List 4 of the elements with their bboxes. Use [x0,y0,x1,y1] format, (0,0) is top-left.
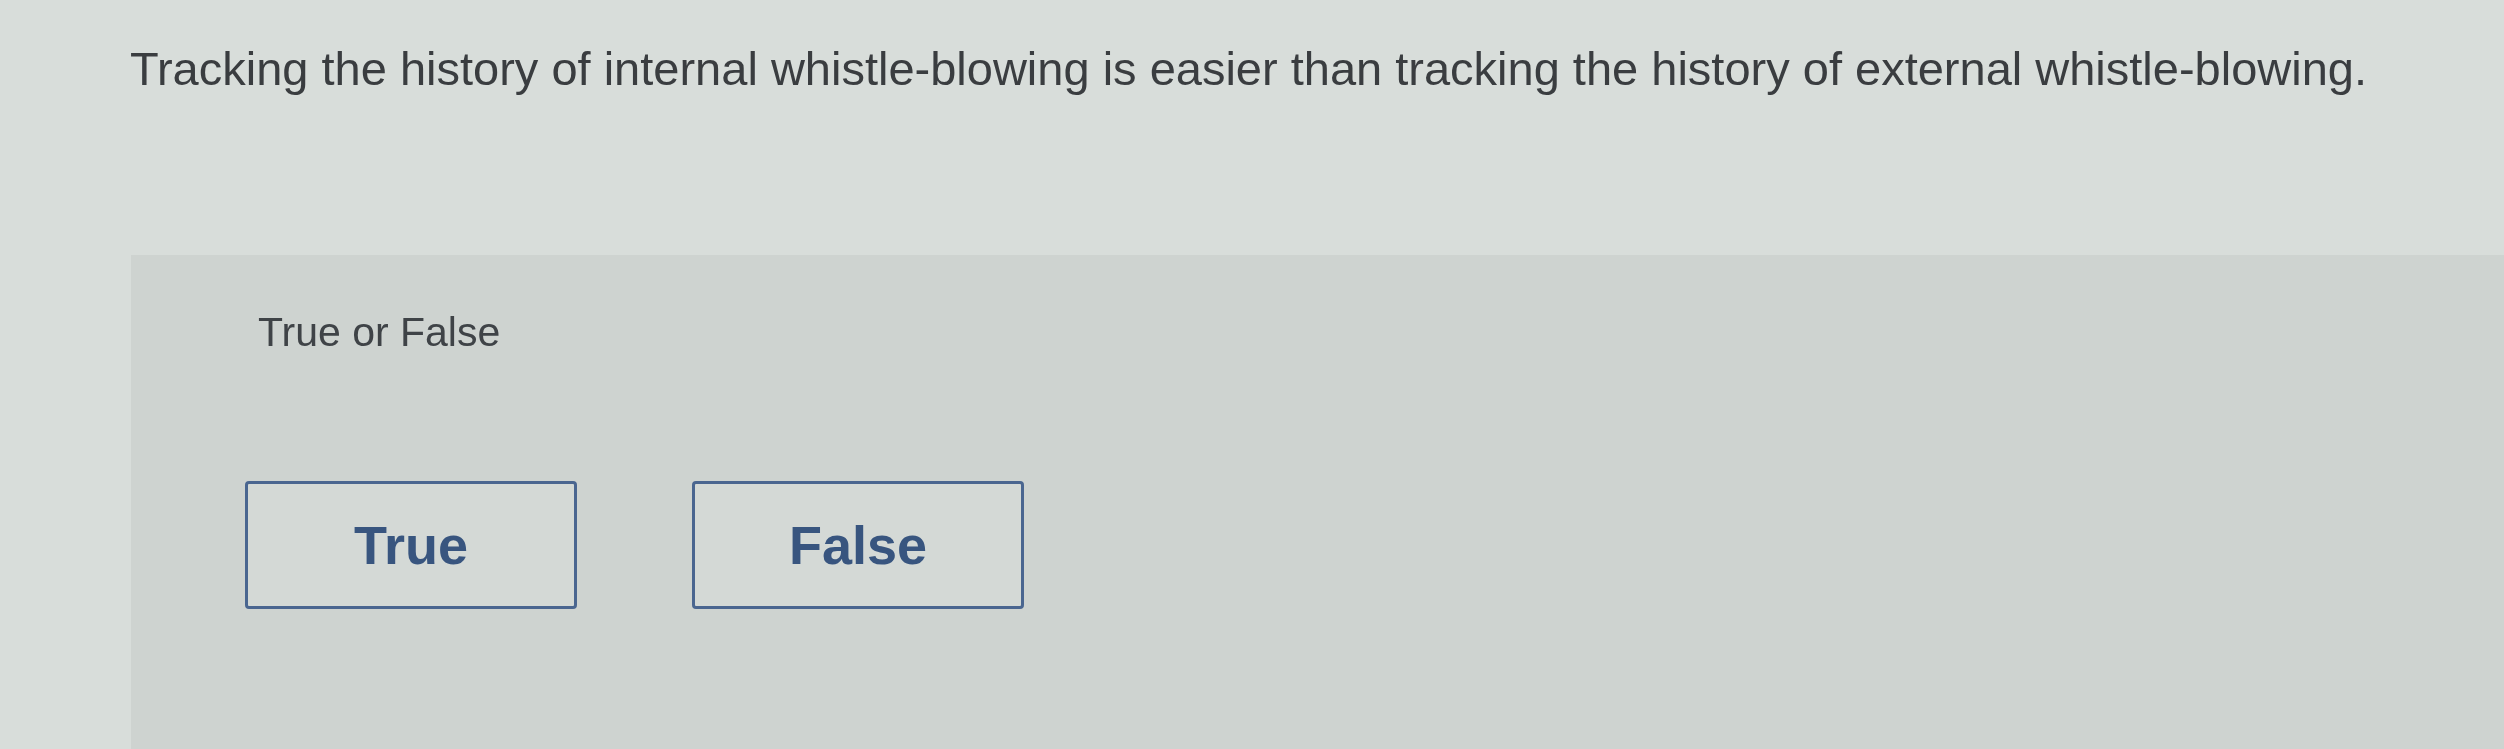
answer-option-button[interactable]: True [245,481,577,609]
answer-option-button[interactable]: False [692,481,1024,609]
question-text: Tracking the history of internal whistle-blowing is easier than tracking the history of external whistle-blowing. [130,41,2369,97]
prompt-text: True or False [258,308,502,357]
